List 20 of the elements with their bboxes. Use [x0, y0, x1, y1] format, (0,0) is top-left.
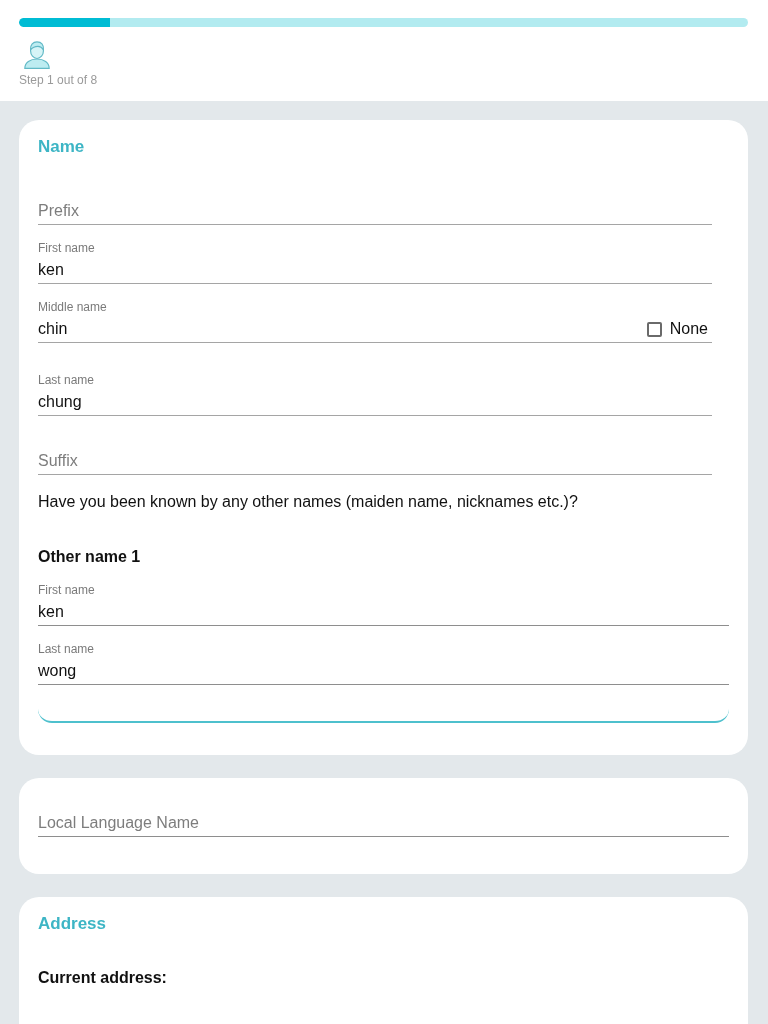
- field-label: Last name: [38, 373, 95, 387]
- text-input[interactable]: wong: [38, 658, 729, 685]
- text-input[interactable]: Prefix: [38, 198, 712, 225]
- question-text: Have you been known by any other names (maiden name, nicknames etc.)?: [38, 492, 579, 512]
- other-name-title: Other name 1: [38, 547, 142, 567]
- text-input[interactable]: Suffix: [38, 448, 712, 475]
- none-checkbox[interactable]: None: [646, 318, 708, 340]
- text-input[interactable]: ken: [38, 257, 712, 284]
- field-label: First name: [38, 241, 95, 255]
- section-title: Name: [38, 137, 86, 157]
- address-subtitle: Current address:: [38, 968, 168, 988]
- text-input[interactable]: Local Language Name: [38, 810, 729, 837]
- text-input[interactable]: chung: [38, 389, 712, 416]
- step-label: Step 1 out of 8: [19, 73, 98, 87]
- text-input[interactable]: ken: [38, 599, 729, 626]
- field-label: First name: [38, 583, 95, 597]
- section-title: Address: [38, 914, 108, 934]
- person-icon: [23, 39, 51, 69]
- field-label: Middle name: [38, 300, 107, 314]
- field-label: Last name: [38, 642, 95, 656]
